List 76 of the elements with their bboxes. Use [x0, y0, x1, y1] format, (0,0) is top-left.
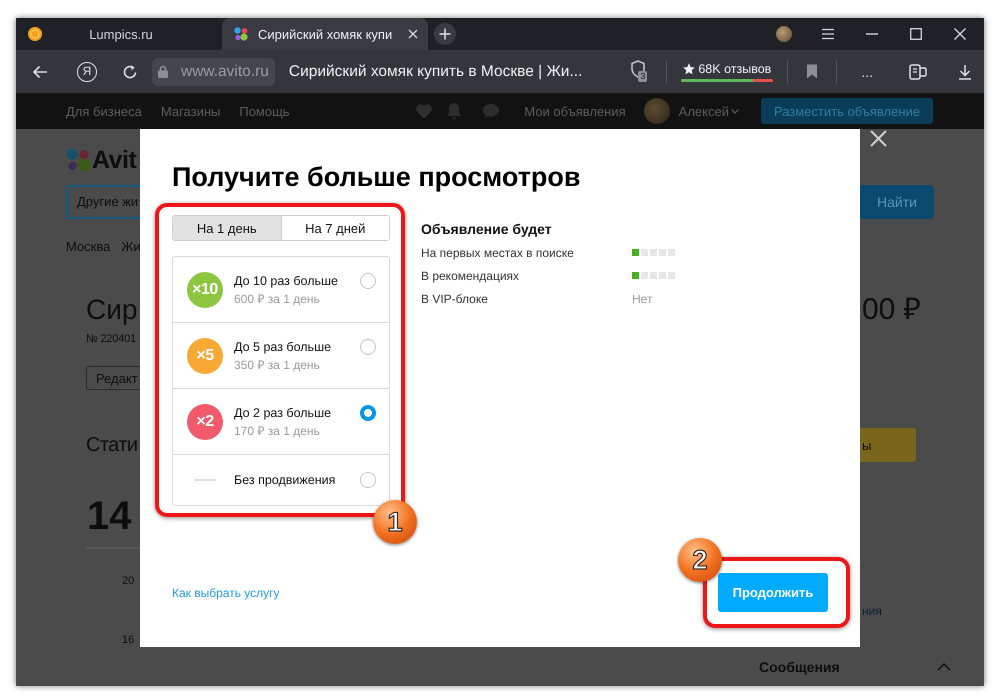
post-ad-button[interactable]: Разместить объявление	[760, 98, 933, 124]
option-title: До 2 раз больше	[234, 404, 332, 420]
breadcrumb-link[interactable]: Москва	[66, 239, 110, 254]
dash-icon	[194, 479, 216, 481]
browser-tab[interactable]: Сирийский хомяк купи	[222, 18, 428, 50]
reload-icon[interactable]	[122, 64, 138, 80]
breadcrumb-link[interactable]: Жи	[121, 239, 141, 254]
plus-icon[interactable]	[434, 23, 456, 45]
home-button[interactable]: Я	[77, 62, 97, 82]
option-price: 350 ₽ за 1 день	[234, 356, 320, 372]
close-icon[interactable]	[870, 130, 887, 147]
url-field[interactable]: www.avito.ru	[152, 58, 275, 86]
multiplier-badge: ×10	[187, 272, 223, 308]
download-icon[interactable]	[958, 64, 972, 80]
header-link[interactable]: Магазины	[160, 104, 220, 118]
page-title: Сирийский хомяк купить в Москве | Жи...	[288, 62, 582, 80]
views-count: 14	[87, 494, 132, 538]
option-title: Без продвижения	[234, 472, 336, 488]
feature-label: На первых местах в поиске	[421, 246, 575, 260]
ad-price: 00 ₽	[862, 294, 921, 326]
radio-button[interactable]	[360, 405, 376, 421]
browser-tab[interactable]: Lumpics.ru	[16, 18, 222, 50]
feature-value: Нет	[632, 292, 652, 306]
site-logo[interactable]: Avit	[92, 148, 136, 172]
step-badge: 2	[678, 538, 722, 582]
circle-favicon-icon	[28, 27, 42, 41]
user-name[interactable]: Алексей	[678, 104, 729, 118]
maximize-icon[interactable]	[910, 28, 922, 40]
shield-icon[interactable]	[630, 60, 646, 78]
close-icon[interactable]	[408, 29, 418, 39]
option-title: До 5 раз больше	[234, 338, 332, 354]
multiplier-badge: ×2	[187, 404, 223, 440]
search-button[interactable]: Найти	[860, 185, 934, 219]
lock-icon	[158, 65, 168, 78]
option-title: До 10 раз больше	[234, 272, 338, 288]
feature-label: В VIP-блоке	[421, 292, 489, 306]
caret-up-icon	[937, 663, 951, 671]
multiplier-badge: ×5	[187, 338, 223, 374]
header-link[interactable]: Для бизнеса	[66, 104, 142, 118]
stats-link[interactable]: ния	[862, 604, 882, 618]
logo-dots-icon	[66, 148, 92, 172]
more-button[interactable]: ...	[861, 64, 873, 80]
radio-button[interactable]	[360, 472, 376, 488]
option-price: 600 ₽ за 1 день	[234, 290, 320, 306]
radio-button[interactable]	[360, 273, 376, 289]
minimize-icon[interactable]	[866, 33, 878, 35]
promote-button[interactable]: ы	[860, 428, 916, 462]
close-icon[interactable]	[954, 28, 966, 40]
bookmark-icon[interactable]	[806, 64, 818, 79]
axis-label: 16	[122, 634, 134, 647]
stats-heading: Стати	[86, 433, 138, 458]
option-price: 170 ₽ за 1 день	[234, 422, 320, 438]
profile-avatar[interactable]	[776, 26, 792, 42]
dots-favicon-icon	[234, 27, 248, 41]
continue-button[interactable]: Продолжить	[718, 573, 828, 612]
messages-toggle[interactable]: Сообщения	[759, 648, 955, 686]
panel-icon[interactable]	[909, 62, 927, 80]
count-badge: 3	[638, 70, 648, 82]
period-tab[interactable]: На 7 дней	[280, 216, 389, 240]
ad-title: Сир	[86, 295, 138, 325]
reviews-count[interactable]: 68K отзывов	[698, 62, 772, 76]
header-link[interactable]: Помощь	[239, 104, 290, 118]
step-badge: 1	[373, 500, 417, 544]
axis-label: 20	[122, 575, 134, 588]
back-arrow-icon[interactable]	[32, 64, 48, 80]
features-heading: Объявление будет	[421, 221, 553, 238]
modal-title: Получите больше просмотров	[172, 162, 581, 192]
my-ads-link[interactable]: Мои объявления	[524, 104, 626, 118]
help-link[interactable]: Как выбрать услугу	[172, 586, 280, 600]
caret-icon[interactable]	[730, 108, 739, 114]
ad-number: № 220401	[86, 332, 136, 346]
star-icon	[683, 62, 696, 74]
feature-label: В рекомендациях	[421, 268, 520, 282]
radio-button[interactable]	[360, 339, 376, 355]
period-tab[interactable]: На 1 день	[173, 216, 280, 240]
menu-icon[interactable]	[821, 27, 835, 41]
